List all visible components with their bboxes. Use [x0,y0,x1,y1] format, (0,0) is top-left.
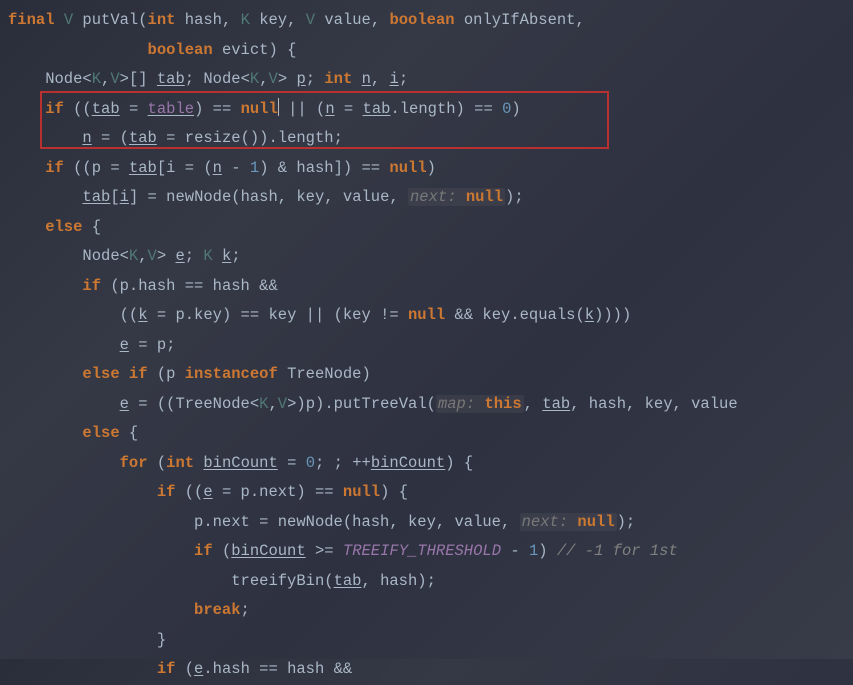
code-line[interactable]: Node<K,V> e; K k; [0,242,853,272]
code-line[interactable]: Node<K,V>[] tab; Node<K,V> p; int n, i; [0,65,853,95]
code-line[interactable]: if (p.hash == hash && [0,272,853,302]
code-line[interactable]: n = (tab = resize()).length; [0,124,853,154]
code-line[interactable]: p.next = newNode(hash, key, value, next:… [0,508,853,538]
code-line[interactable]: else if (p instanceof TreeNode) [0,360,853,390]
code-line[interactable]: ((k = p.key) == key || (key != null && k… [0,301,853,331]
code-line[interactable]: if ((e = p.next) == null) { [0,478,853,508]
code-line[interactable]: if (e.hash == hash && [0,655,853,685]
code-line[interactable]: else { [0,213,853,243]
code-line[interactable]: if (binCount >= TREEIFY_THRESHOLD - 1) /… [0,537,853,567]
code-line[interactable]: if ((p = tab[i = (n - 1) & hash]) == nul… [0,154,853,184]
parameter-hint: map: this [436,395,524,413]
code-line[interactable]: treeifyBin(tab, hash); [0,567,853,597]
code-line[interactable]: e = p; [0,331,853,361]
code-line[interactable]: break; [0,596,853,626]
code-line[interactable]: e = ((TreeNode<K,V>)p).putTreeVal(map: t… [0,390,853,420]
code-line[interactable]: tab[i] = newNode(hash, key, value, next:… [0,183,853,213]
code-line[interactable]: for (int binCount = 0; ; ++binCount) { [0,449,853,479]
code-line[interactable]: final V putVal(int hash, K key, V value,… [0,6,853,36]
code-line[interactable]: else { [0,419,853,449]
code-line[interactable]: } [0,626,853,656]
parameter-hint: next: null [520,513,617,531]
code-editor[interactable]: final V putVal(int hash, K key, V value,… [0,6,853,685]
code-line[interactable]: boolean evict) { [0,36,853,66]
parameter-hint: next: null [408,188,505,206]
code-line[interactable]: if ((tab = table) == null || (n = tab.le… [0,95,853,125]
